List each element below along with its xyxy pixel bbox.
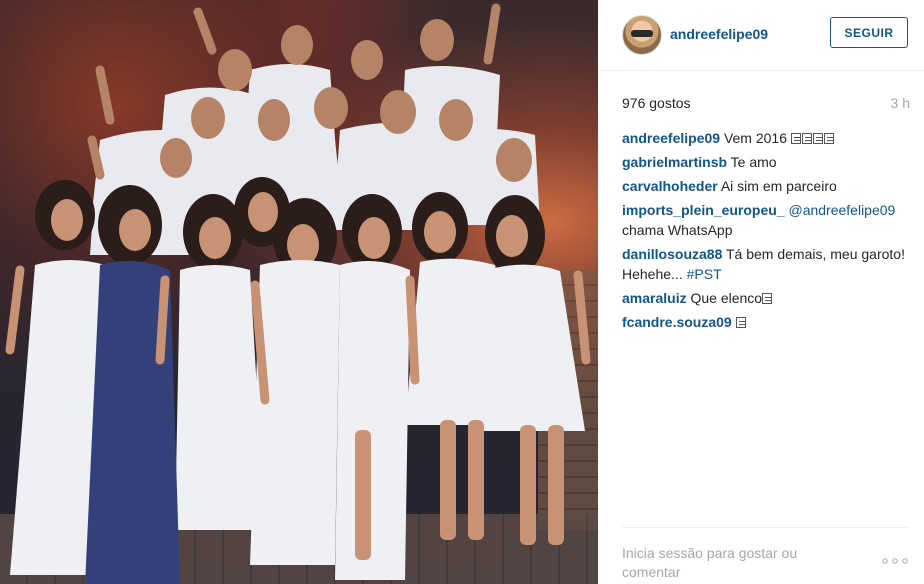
comment-item: carvalhoheder Ai sim em parceiro	[622, 176, 914, 196]
comment-text: chama WhatsApp	[622, 222, 733, 238]
emoji-icon	[790, 130, 835, 146]
login-to-like-link[interactable]: Inicia sessão para gostar ou comentar	[622, 544, 832, 582]
profile-avatar[interactable]	[622, 15, 662, 55]
comment-mention[interactable]: @andreefelipe09	[788, 202, 895, 218]
emoji-icon	[762, 290, 773, 306]
more-options-icon[interactable]	[882, 558, 908, 564]
comment-text: Que elenco	[690, 290, 763, 306]
comment-username[interactable]: carvalhoheder	[622, 178, 718, 194]
post-footer: Inicia sessão para gostar ou comentar	[622, 527, 908, 584]
comment-username[interactable]: danillosouza88	[622, 246, 722, 262]
comment-item: andreefelipe09 Vem 2016	[622, 128, 914, 148]
comments-list: andreefelipe09 Vem 2016 gabrielmartinsb …	[622, 128, 914, 336]
post-username[interactable]: andreefelipe09	[670, 26, 768, 42]
comment-username[interactable]: amaraluiz	[622, 290, 687, 306]
comment-username[interactable]: imports_plein_europeu_	[622, 202, 785, 218]
comment-username[interactable]: gabrielmartinsb	[622, 154, 727, 170]
follow-button[interactable]: SEGUIR	[830, 17, 908, 48]
likes-count[interactable]: 976 gostos	[622, 95, 691, 111]
comment-username[interactable]: andreefelipe09	[622, 130, 720, 146]
comment-item: amaraluiz Que elenco	[622, 288, 914, 308]
comment-item: imports_plein_europeu_ @andreefelipe09 c…	[622, 200, 914, 240]
post-time[interactable]: 3 h	[891, 95, 910, 111]
post-header: andreefelipe09 SEGUIR	[598, 0, 924, 71]
emoji-icon	[735, 314, 747, 330]
comment-text: Vem 2016	[723, 130, 788, 146]
comment-item: danillosouza88 Tá bem demais, meu garoto…	[622, 244, 914, 284]
comment-item: gabrielmartinsb Te amo	[622, 152, 914, 172]
post-sidebar: andreefelipe09 SEGUIR 976 gostos 3 h and…	[598, 0, 924, 584]
post-photo[interactable]	[0, 0, 598, 584]
comment-text: Te amo	[730, 154, 777, 170]
comment-item: fcandre.souza09	[622, 312, 914, 332]
sunglasses-icon	[631, 30, 653, 37]
comment-username[interactable]: fcandre.souza09	[622, 314, 732, 330]
photo-crowd-illustration	[5, 3, 591, 584]
comment-text: Ai sim em parceiro	[720, 178, 837, 194]
comment-hashtag[interactable]: #PST	[687, 266, 722, 282]
